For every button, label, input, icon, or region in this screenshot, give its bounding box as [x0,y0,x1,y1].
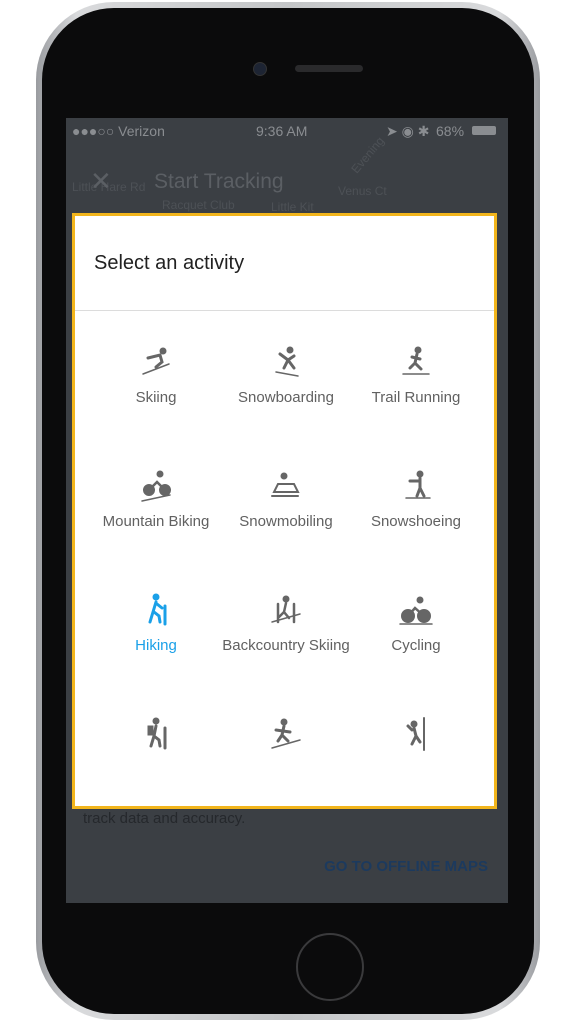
carrier: ●●●○○ Verizon [72,123,165,139]
mountain-biking-icon [141,470,171,502]
skiing-icon [142,347,170,375]
cycling-icon [399,596,433,625]
activity-grid: Skiing Snowboarding Trail Running Mountain … [91,324,481,820]
activity-hiking[interactable]: Hiking [91,572,221,696]
battery-level: 68% [436,123,465,139]
clock: 9:36 AM [256,123,308,139]
snowboarding-icon [275,346,299,377]
close-icon[interactable]: ✕ [90,166,112,197]
activity-label: Backcountry Skiing [222,637,350,654]
activity-skiing[interactable]: Skiing [91,324,221,448]
offline-maps-button[interactable]: GO TO OFFLINE MAPS [324,858,488,875]
backcountry-skiing-icon [271,595,301,624]
activity-snowboarding[interactable]: Snowboarding [221,324,351,448]
activity-label: Trail Running [371,389,461,406]
snowmobile-icon [271,472,300,497]
map-label: Little Kit [271,200,314,214]
climbing-icon [406,717,425,751]
ski-touring-icon [271,718,301,749]
activity-label: Mountain Biking [102,513,210,530]
activity-mountain-biking[interactable]: Mountain Biking [91,448,221,572]
dialog-title: Select an activity [94,252,245,274]
page-title: Start Tracking [154,170,284,193]
activity-label: Snowshoeing [370,513,462,530]
map-label: Racquet Club [162,198,235,212]
hiking-icon [148,593,167,626]
activity-label: Snowmobiling [239,513,333,530]
activity-dialog: Select an activity Skiing Snowboarding Tra… [72,213,497,809]
status-icons: ➤ ◉ ✱ [386,123,430,139]
activity-label: Snowboarding [238,389,334,406]
trail-running-icon [402,346,430,375]
activity-snowmobiling[interactable]: Snowmobiling [221,448,351,572]
activity-label: Cycling [391,637,441,654]
map-label: Venus Ct [338,184,387,198]
activity-climbing[interactable] [351,696,481,820]
status-bar: ●●●○○ Verizon 9:36 AM ➤ ◉ ✱ 68% [66,118,508,144]
activity-ski-touring[interactable] [221,696,351,820]
activity-backpacking[interactable] [91,696,221,820]
backpacking-icon [147,717,167,750]
activity-trail-running[interactable]: Trail Running [351,324,481,448]
activity-label: Hiking [135,637,177,654]
activity-snowshoeing[interactable]: Snowshoeing [351,448,481,572]
activity-cycling[interactable]: Cycling [351,572,481,696]
home-button[interactable] [296,933,364,1001]
activity-backcountry-skiing[interactable]: Backcountry Skiing [221,572,351,696]
snowshoeing-icon [405,470,431,499]
speaker [295,65,363,72]
divider [75,310,494,311]
activity-label: Skiing [135,389,177,406]
battery-icon [472,126,496,135]
camera [253,62,267,76]
